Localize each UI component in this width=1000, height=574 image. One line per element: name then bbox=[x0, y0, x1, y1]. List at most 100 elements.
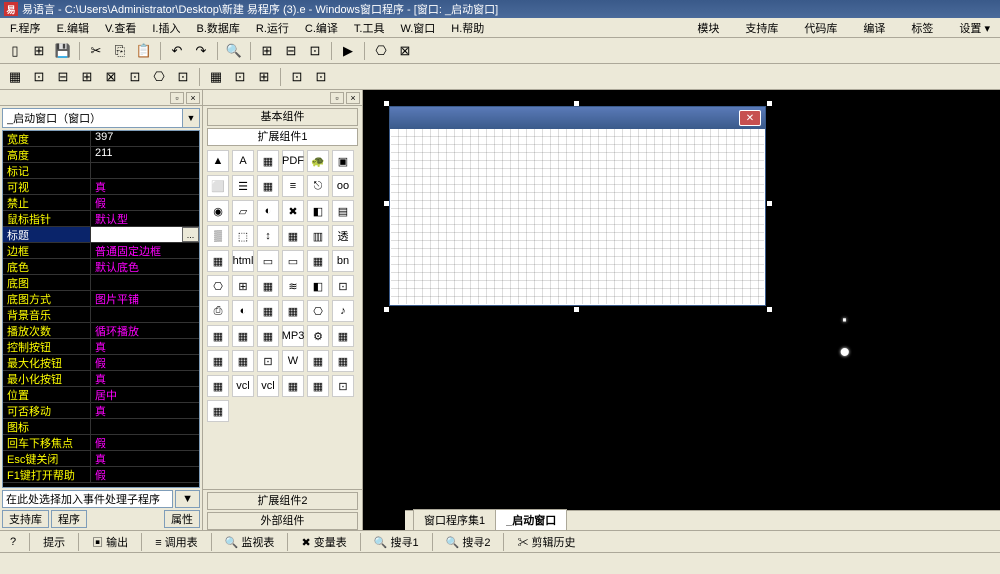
tooltab-ext1[interactable]: 扩展组件1 bbox=[207, 128, 358, 146]
tool-item-55[interactable]: vcl bbox=[232, 375, 254, 397]
tab-properties[interactable]: 属性 bbox=[164, 510, 200, 528]
tooltab-external[interactable]: 外部组件 bbox=[207, 512, 358, 530]
toolbar1-btn-11[interactable]: 🔍 bbox=[223, 40, 245, 62]
bottombar-item-0[interactable]: ? bbox=[4, 534, 22, 550]
prop-key[interactable]: 可视 bbox=[3, 179, 91, 194]
prop-key[interactable]: 鼠标指针 bbox=[3, 211, 91, 226]
tool-item-18[interactable]: ▒ bbox=[207, 225, 229, 247]
tool-item-43[interactable]: ▦ bbox=[232, 325, 254, 347]
toolbar1-btn-20[interactable]: ⊠ bbox=[394, 40, 416, 62]
menu-support-lib[interactable]: 支持库 bbox=[739, 18, 784, 38]
prop-value[interactable] bbox=[91, 307, 199, 322]
tab-startup-window[interactable]: _启动窗口 bbox=[495, 509, 567, 530]
toolbox-float-button[interactable]: ▫ bbox=[330, 92, 344, 104]
tool-item-21[interactable]: ▦ bbox=[282, 225, 304, 247]
tool-item-7[interactable]: ☰ bbox=[232, 175, 254, 197]
tool-item-57[interactable]: ▦ bbox=[282, 375, 304, 397]
prop-key[interactable]: 禁止 bbox=[3, 195, 91, 210]
prop-key[interactable]: 边框 bbox=[3, 243, 91, 258]
prop-key[interactable]: 图标 bbox=[3, 419, 91, 434]
prop-key[interactable]: F1键打开帮助 bbox=[3, 467, 91, 482]
prop-key[interactable]: 标记 bbox=[3, 163, 91, 178]
prop-value[interactable]: 397 bbox=[91, 131, 199, 146]
toolbar1-btn-17[interactable]: ▶ bbox=[337, 40, 359, 62]
tool-item-56[interactable]: vcl bbox=[257, 375, 279, 397]
tool-item-59[interactable]: ⊡ bbox=[332, 375, 354, 397]
prop-key[interactable]: 可否移动 bbox=[3, 403, 91, 418]
toolbar1-btn-0[interactable]: ▯ bbox=[4, 40, 26, 62]
menu-program[interactable]: F.程序 bbox=[4, 18, 47, 38]
tool-item-27[interactable]: ▭ bbox=[282, 250, 304, 272]
toolbar1-btn-15[interactable]: ⊡ bbox=[304, 40, 326, 62]
tool-item-53[interactable]: ▦ bbox=[332, 350, 354, 372]
bottombar-item-4[interactable]: 🔍 监视表 bbox=[219, 532, 281, 552]
tool-item-45[interactable]: MP3 bbox=[282, 325, 304, 347]
bottombar-item-2[interactable]: ▣ 输出 bbox=[86, 532, 134, 552]
menu-edit[interactable]: E.编辑 bbox=[51, 18, 95, 38]
tool-item-1[interactable]: A bbox=[232, 150, 254, 172]
bottombar-item-6[interactable]: 🔍 搜寻1 bbox=[368, 532, 425, 552]
toolbar1-btn-1[interactable]: ⊞ bbox=[28, 40, 50, 62]
toolbar2-btn-4[interactable]: ⊠ bbox=[100, 66, 122, 88]
menu-view[interactable]: V.查看 bbox=[99, 18, 142, 38]
prop-key[interactable]: 底图 bbox=[3, 275, 91, 290]
toolbar1-btn-2[interactable]: 💾 bbox=[52, 40, 74, 62]
tool-item-60[interactable]: ▦ bbox=[207, 400, 229, 422]
toolbar2-btn-9[interactable]: ▦ bbox=[205, 66, 227, 88]
tool-item-34[interactable]: ◧ bbox=[307, 275, 329, 297]
resize-handle-ne[interactable] bbox=[766, 100, 773, 107]
menu-settings[interactable]: 设置 ▾ bbox=[953, 18, 996, 38]
tool-item-2[interactable]: ▦ bbox=[257, 150, 279, 172]
prop-value[interactable] bbox=[91, 163, 199, 178]
tool-item-42[interactable]: ▦ bbox=[207, 325, 229, 347]
prop-key[interactable]: 标题 bbox=[3, 227, 91, 242]
menu-insert[interactable]: I.插入 bbox=[146, 18, 186, 38]
prop-value[interactable]: 假 bbox=[91, 355, 199, 370]
prop-value[interactable]: 循环播放 bbox=[91, 323, 199, 338]
tab-support-lib[interactable]: 支持库 bbox=[2, 510, 49, 528]
tool-item-0[interactable]: ▲ bbox=[207, 150, 229, 172]
toolbar1-btn-6[interactable]: 📋 bbox=[133, 40, 155, 62]
tool-item-19[interactable]: ⬚ bbox=[232, 225, 254, 247]
toolbar2-btn-6[interactable]: ⎔ bbox=[148, 66, 170, 88]
tab-program[interactable]: 程序 bbox=[51, 510, 87, 528]
prop-value[interactable]: 假 bbox=[91, 435, 199, 450]
menu-tags[interactable]: 标签 bbox=[905, 18, 939, 38]
tool-item-41[interactable]: ♪ bbox=[332, 300, 354, 322]
tool-item-6[interactable]: ⬜ bbox=[207, 175, 229, 197]
prop-key[interactable]: 宽度 bbox=[3, 131, 91, 146]
event-selector[interactable] bbox=[2, 490, 173, 508]
toolbar2-btn-0[interactable]: ▦ bbox=[4, 66, 26, 88]
tool-item-26[interactable]: ▭ bbox=[257, 250, 279, 272]
tool-item-30[interactable]: ⎔ bbox=[207, 275, 229, 297]
toolbar1-btn-4[interactable]: ✂ bbox=[85, 40, 107, 62]
tool-item-58[interactable]: ▦ bbox=[307, 375, 329, 397]
menu-compile[interactable]: C.编译 bbox=[299, 18, 344, 38]
property-grid[interactable]: 宽度397高度211标记可视真禁止假鼠标指针默认型标题...边框普通固定边框底色… bbox=[2, 130, 200, 488]
tool-item-12[interactable]: ◉ bbox=[207, 200, 229, 222]
tool-item-9[interactable]: ≡ bbox=[282, 175, 304, 197]
prop-edit-button[interactable]: ... bbox=[182, 227, 199, 242]
toolbar2-btn-13[interactable]: ⊡ bbox=[286, 66, 308, 88]
tooltab-basic[interactable]: 基本组件 bbox=[207, 108, 358, 126]
prop-key[interactable]: 播放次数 bbox=[3, 323, 91, 338]
prop-value[interactable]: 图片平铺 bbox=[91, 291, 199, 306]
menu-database[interactable]: B.数据库 bbox=[190, 18, 245, 38]
tool-item-40[interactable]: ⎔ bbox=[307, 300, 329, 322]
tool-item-37[interactable]: ◐ bbox=[232, 300, 254, 322]
menu-run[interactable]: R.运行 bbox=[250, 18, 295, 38]
prop-value[interactable]: 普通固定边框 bbox=[91, 243, 199, 258]
tool-item-8[interactable]: ▦ bbox=[257, 175, 279, 197]
tool-item-11[interactable]: oo bbox=[332, 175, 354, 197]
resize-handle-se[interactable] bbox=[766, 306, 773, 313]
tool-item-22[interactable]: ▥ bbox=[307, 225, 329, 247]
form-window[interactable]: ✕ bbox=[389, 106, 766, 306]
tool-item-38[interactable]: ▦ bbox=[257, 300, 279, 322]
prop-value[interactable]: 假 bbox=[91, 467, 199, 482]
tool-item-39[interactable]: ▦ bbox=[282, 300, 304, 322]
tool-item-33[interactable]: ≋ bbox=[282, 275, 304, 297]
prop-value[interactable]: 默认底色 bbox=[91, 259, 199, 274]
prop-key[interactable]: 回车下移焦点 bbox=[3, 435, 91, 450]
resize-handle-e[interactable] bbox=[766, 200, 773, 207]
tool-item-28[interactable]: ▦ bbox=[307, 250, 329, 272]
